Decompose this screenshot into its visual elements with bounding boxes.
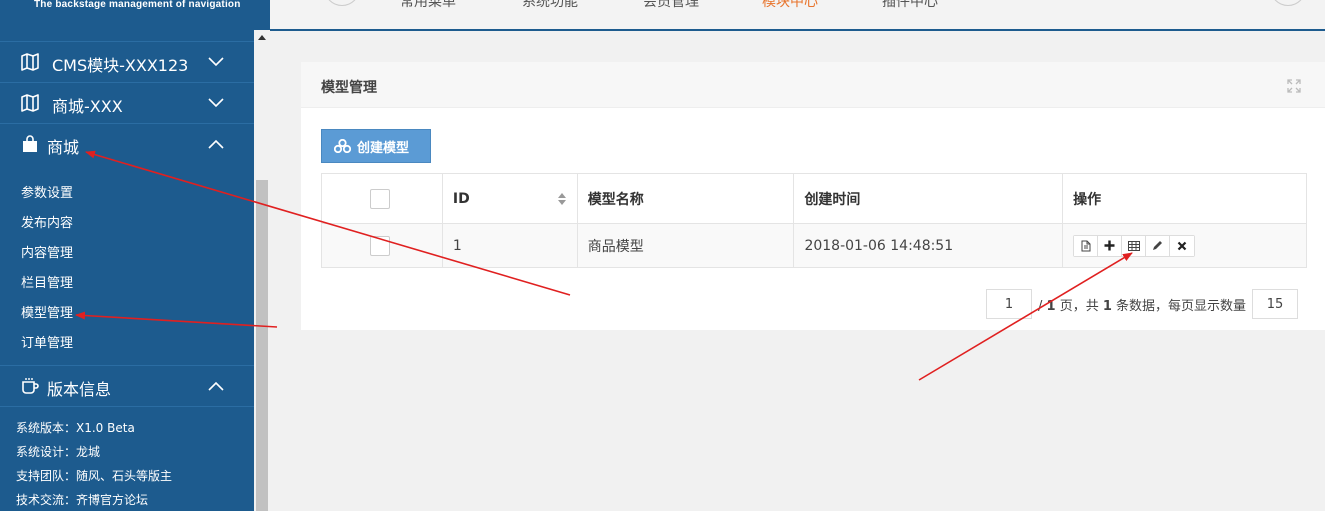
document-icon[interactable] [1074, 235, 1099, 256]
pager-text: / [1038, 298, 1047, 314]
row-created-time: 2018-01-06 14:48:51 [793, 223, 1064, 268]
total-records: 1 [1102, 298, 1112, 314]
column-header-label: 模型名称 [587, 191, 644, 208]
create-model-label: 创建模型 [357, 140, 410, 156]
sidebar-group-label: 商城-XXX [52, 97, 123, 116]
map-icon [20, 94, 40, 112]
select-all-checkbox[interactable] [370, 188, 390, 209]
row-checkbox[interactable] [370, 235, 390, 256]
pagination-summary: / 1 页，共 1 条数据，每页显示数量 [1038, 295, 1246, 314]
tab-modules[interactable]: 模块中心 [762, 0, 818, 11]
pager-text: 页，共 [1055, 298, 1103, 314]
sort-icon[interactable] [557, 192, 567, 206]
row-model-name: 商品模型 [576, 223, 795, 268]
expand-icon[interactable] [1287, 78, 1301, 93]
column-header-created: 创建时间 [793, 173, 1064, 224]
scroll-up-arrow-icon[interactable] [258, 35, 266, 40]
sidebar-group-label: CMS模块-XXX123 [52, 56, 189, 75]
table-icon[interactable] [1122, 235, 1147, 256]
panel-header: 模型管理 [301, 62, 1325, 108]
page-title: 模型管理 [321, 80, 377, 96]
page-size-input[interactable] [1252, 289, 1299, 319]
tab-plugins[interactable]: 插件中心 [882, 0, 938, 11]
pagination: / 1 页，共 1 条数据，每页显示数量 [986, 289, 1299, 319]
action-button-group [1073, 234, 1196, 257]
column-header-id[interactable]: ID [441, 173, 578, 224]
coffee-cup-icon [20, 377, 40, 395]
sidebar-item-orders[interactable]: 订单管理 [21, 332, 73, 351]
close-icon[interactable] [1170, 235, 1195, 256]
sidebar-group-version[interactable]: 版本信息 [0, 365, 254, 405]
column-header-actions: 操作 [1062, 173, 1307, 224]
sidebar-item-params[interactable]: 参数设置 [21, 182, 73, 201]
select-all-header [321, 173, 443, 224]
sidebar-item-publish[interactable]: 发布内容 [21, 212, 73, 231]
column-header-label: ID [452, 190, 470, 207]
nav-circle-button-right[interactable] [1270, 0, 1306, 6]
sidebar-item-content[interactable]: 内容管理 [21, 242, 73, 261]
column-header-label: 创建时间 [804, 191, 861, 208]
divider [0, 406, 254, 407]
chevron-up-icon [206, 136, 226, 152]
sidebar-scrollbar[interactable] [254, 30, 270, 511]
chevron-down-icon [206, 95, 226, 111]
sidebar: The backstage management of navigation C… [0, 0, 270, 511]
tab-members[interactable]: 会员管理 [643, 0, 699, 11]
sidebar-item-models[interactable]: 模型管理 [21, 302, 73, 321]
scrollbar-thumb[interactable] [256, 180, 268, 511]
nav-circle-button-left[interactable] [324, 0, 360, 6]
sidebar-group-cms[interactable]: CMS模块-XXX123 [0, 41, 254, 81]
version-info-line: 系统设计：龙城 [16, 445, 101, 459]
sidebar-group-label: 版本信息 [47, 380, 112, 399]
table-header-row: ID 模型名称 创建时间 操作 [321, 173, 1307, 224]
cubes-icon [334, 139, 351, 153]
pager-text: 条数据，每页显示数量 [1111, 298, 1247, 314]
pencil-icon[interactable] [1146, 235, 1171, 256]
sidebar-group-mall[interactable]: 商城 [0, 123, 254, 163]
logo-subtitle: The backstage management of navigation [34, 0, 241, 10]
top-navigation: 常用菜单 系统功能 会员管理 模块中心 插件中心 [270, 0, 1325, 31]
logo-area: The backstage management of navigation [0, 0, 270, 30]
chevron-down-icon [206, 54, 226, 70]
row-id: 1 [441, 223, 578, 268]
map-icon [20, 53, 40, 71]
sidebar-group-mall-xxx[interactable]: 商城-XXX [0, 82, 254, 122]
sidebar-group-label: 商城 [47, 138, 80, 157]
version-info-line: 技术交流：齐博官方论坛 [16, 493, 149, 507]
model-table: ID 模型名称 创建时间 操作 1 商品模型 2018-01-06 14:48:… [321, 173, 1307, 268]
table-row: 1 商品模型 2018-01-06 14:48:51 [321, 223, 1307, 268]
page-number-input[interactable] [986, 289, 1032, 319]
version-info-line: 支持团队：随风、石头等版主 [16, 469, 173, 483]
create-model-button[interactable]: 创建模型 [321, 129, 431, 163]
row-actions [1062, 223, 1307, 268]
version-info-line: 系统版本：X1.0 Beta [16, 421, 135, 435]
plus-icon[interactable] [1098, 235, 1123, 256]
column-header-label: 操作 [1073, 191, 1102, 208]
shopping-bag-icon [20, 135, 40, 153]
chevron-up-icon [206, 378, 226, 394]
tab-common-menu[interactable]: 常用菜单 [400, 0, 456, 11]
tab-system[interactable]: 系统功能 [522, 0, 578, 11]
row-select-cell [321, 223, 443, 268]
sidebar-item-columns[interactable]: 栏目管理 [21, 272, 73, 291]
model-management-panel: 模型管理 创建模型 ID 模型名称 创建时间 操作 1 商品模型 2018-01… [301, 62, 1325, 330]
column-header-name: 模型名称 [576, 173, 795, 224]
total-pages: 1 [1046, 298, 1056, 314]
